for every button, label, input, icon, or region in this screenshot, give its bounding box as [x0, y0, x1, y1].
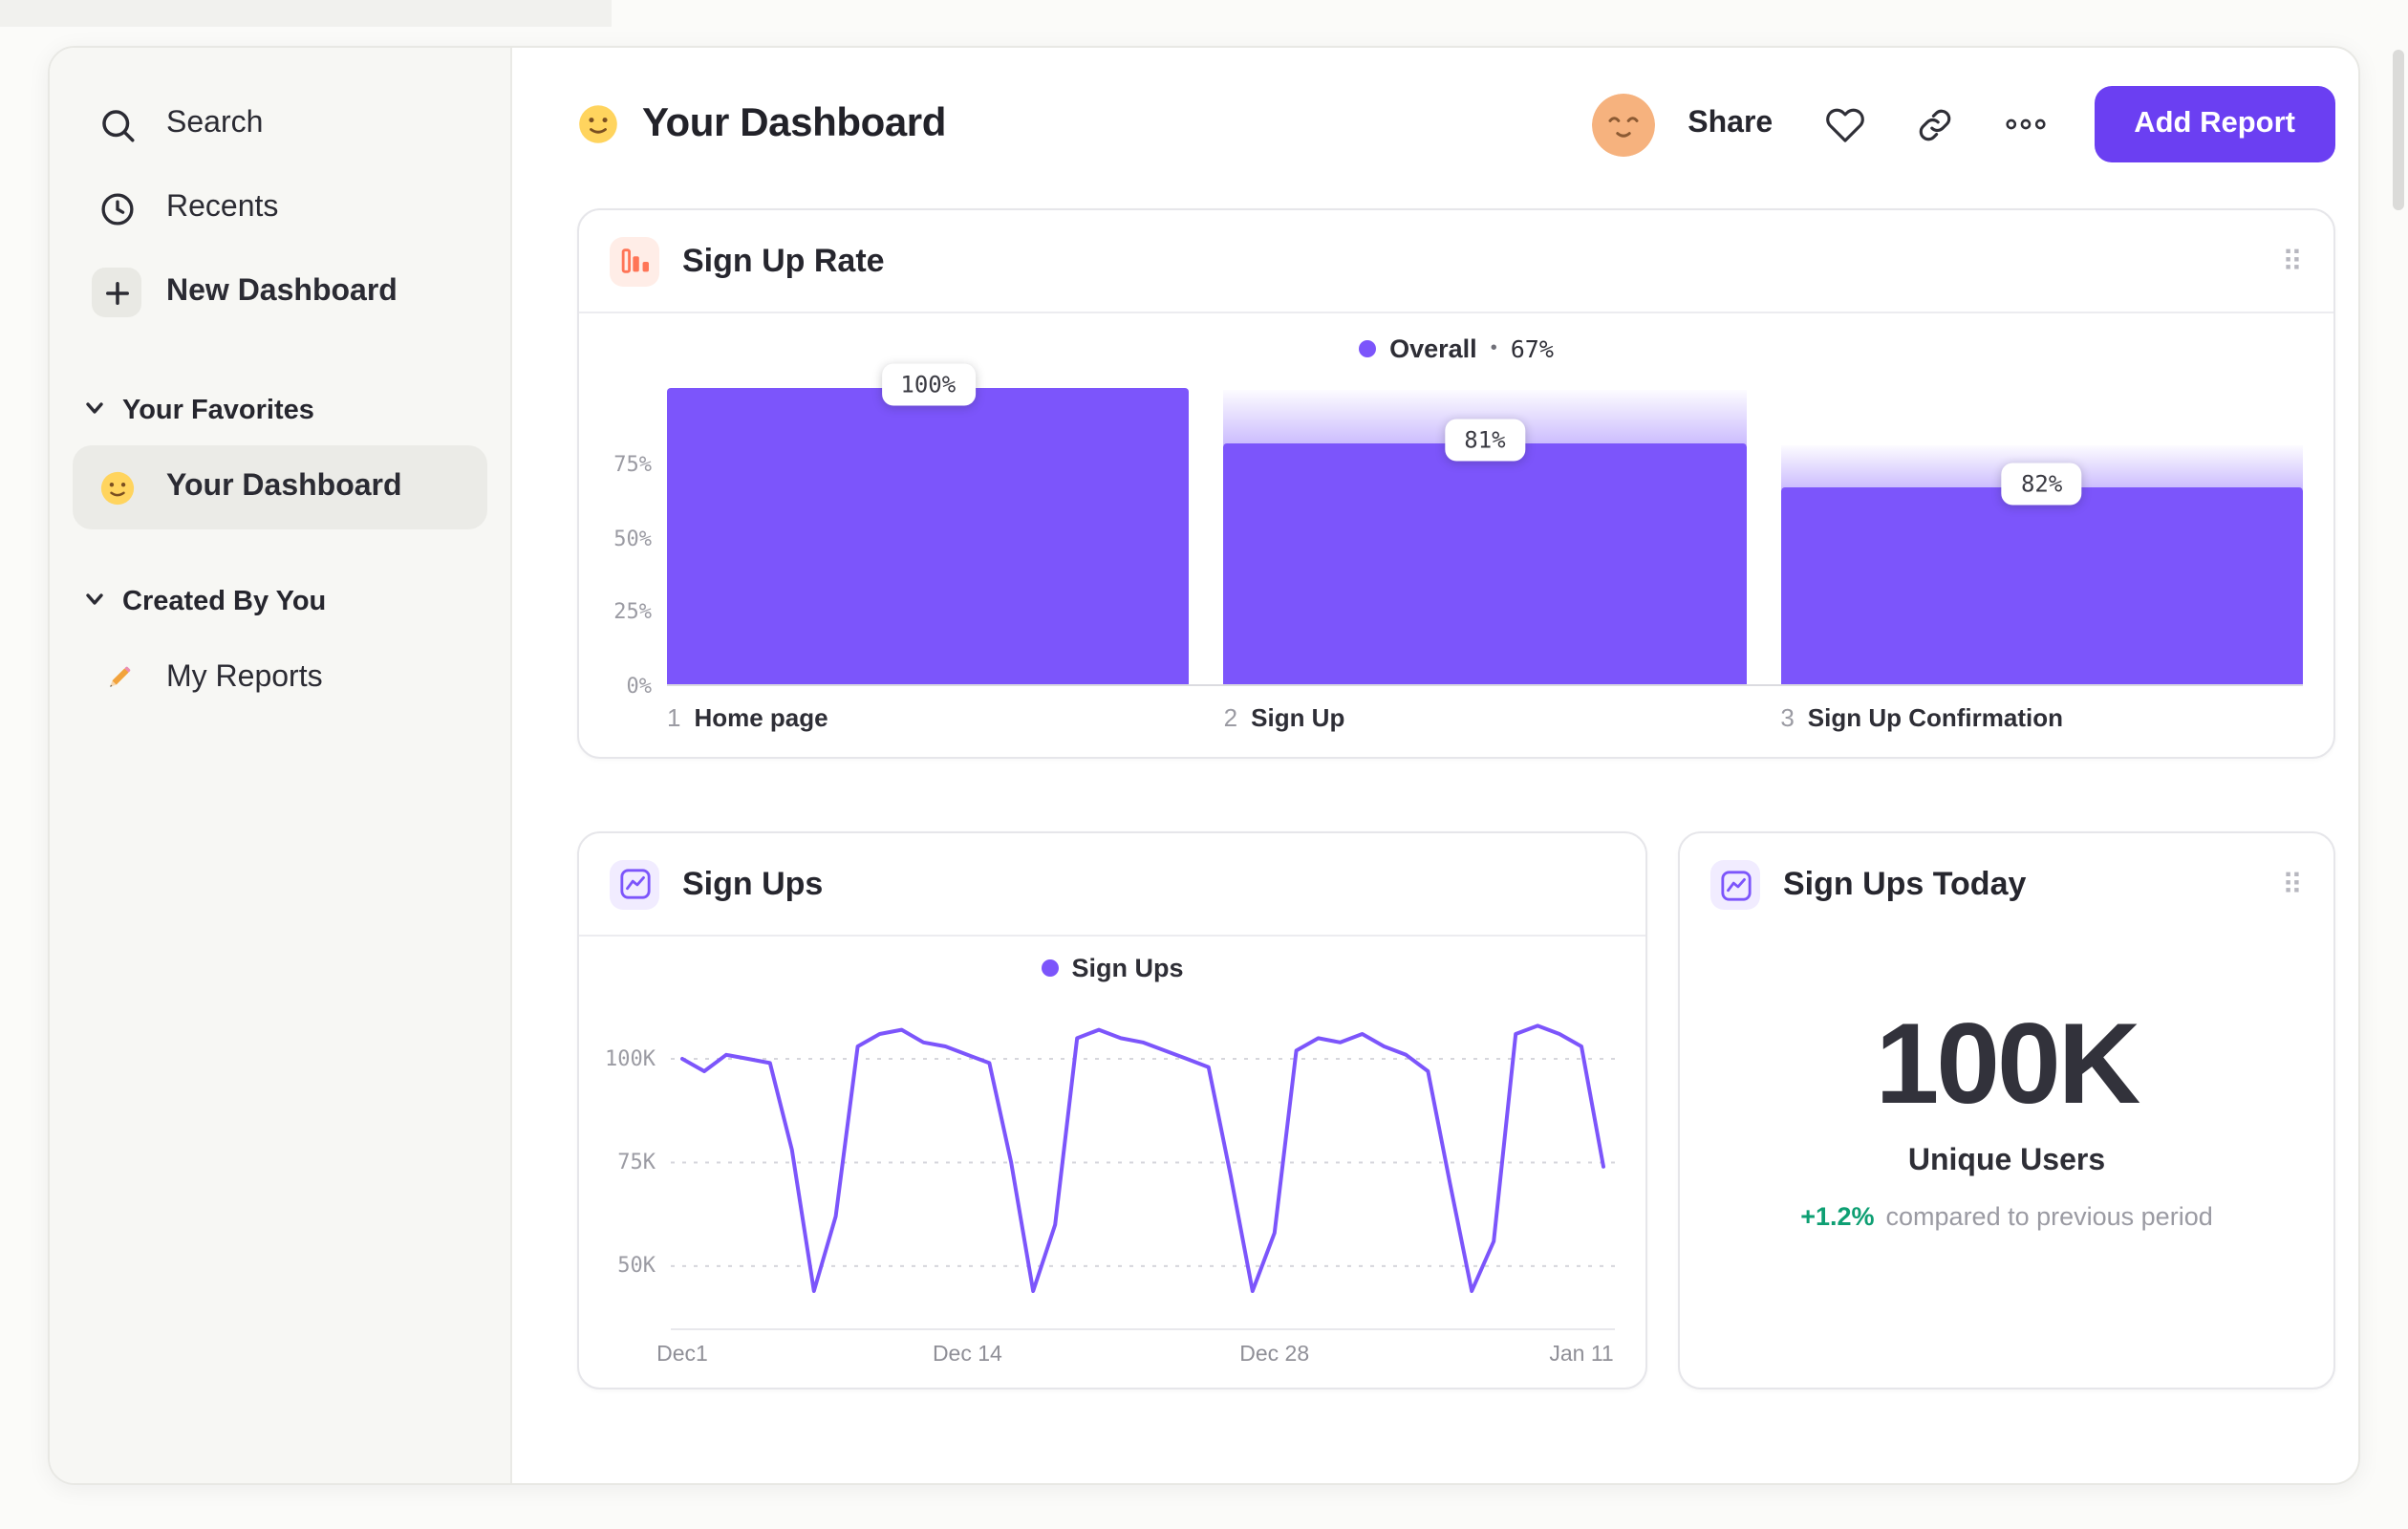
search-icon	[92, 99, 141, 149]
y-axis-tick: 75%	[613, 451, 652, 477]
smiley-icon	[577, 103, 619, 145]
report-card-sign-ups: Sign Ups Sign Ups 100K 75K 50K Dec1 Dec 14 D…	[577, 831, 1647, 1389]
funnel-bar-fill	[667, 388, 1190, 684]
x-axis-tick: Jan 11	[1549, 1344, 1614, 1367]
chevron-down-icon	[84, 396, 105, 426]
card-title: Sign Ups Today	[1783, 866, 2027, 902]
y-axis-tick: 50K	[617, 1253, 656, 1279]
section-header-label: Created By You	[122, 587, 327, 617]
funnel-y-axis: 75% 50% 25% 0%	[602, 390, 667, 700]
favorite-heart-button[interactable]	[1824, 104, 1864, 144]
legend-separator: •	[1490, 337, 1497, 358]
sign-ups-series-line	[680, 1023, 1605, 1293]
page-title: Your Dashboard	[642, 101, 946, 145]
drag-handle-icon[interactable]: ⠿	[2282, 868, 2303, 902]
scrollbar-thumb[interactable]	[2393, 50, 2404, 210]
funnel-step-label: 3 Sign Up Confirmation	[1780, 703, 2063, 732]
sidebar-item-new-dashboard[interactable]: New Dashboard	[73, 250, 487, 334]
line-y-axis: 100K 75K 50K	[602, 1009, 671, 1330]
funnel-legend[interactable]: Overall • 67%	[579, 313, 2333, 382]
chevron-down-icon	[84, 587, 105, 617]
sidebar-item-label: Search	[166, 107, 264, 140]
funnel-bar-3[interactable]: 82%	[1780, 390, 2303, 684]
legend-label: Sign Ups	[1071, 953, 1184, 981]
delta-value: +1.2%	[1800, 1202, 1875, 1231]
sidebar-item-label: New Dashboard	[166, 275, 398, 308]
conversion-chip: 100%	[881, 363, 976, 406]
section-header-label: Your Favorites	[122, 396, 314, 426]
link-icon	[1918, 108, 1950, 140]
card-title: Sign Up Rate	[682, 242, 885, 278]
sidebar-item-my-reports[interactable]: My Reports	[73, 636, 487, 721]
line-chart-icon	[610, 859, 659, 909]
metric-value: 100K	[1875, 1000, 2141, 1128]
funnel-step-label: 1 Home page	[667, 703, 828, 732]
funnel-x-axis-labels: 1 Home page 2 Sign Up 3 Sign Up Confirmation	[667, 686, 2303, 732]
plus-icon	[92, 268, 141, 317]
funnel-bar-1[interactable]: 100%	[667, 363, 1190, 684]
drag-handle-icon[interactable]: ⠿	[2282, 244, 2303, 278]
dashboard-header: Your Dashboard Share Add Report	[577, 82, 2335, 166]
sidebar-item-recents[interactable]: Recents	[73, 166, 487, 250]
window-edge-artifact	[0, 0, 612, 27]
card-header: Sign Ups Today ⠿	[1680, 833, 2333, 937]
funnel-step-label: 2 Sign Up	[1223, 703, 1345, 732]
card-title: Sign Ups	[682, 865, 824, 901]
x-axis-tick: Dec1	[656, 1344, 708, 1367]
funnel-chart: 75% 50% 25% 0% 100% 81% 82% 1 Home page 2 Sign U…	[579, 363, 2333, 732]
copy-link-button[interactable]	[1916, 106, 1952, 142]
more-options-button[interactable]	[2004, 115, 2046, 134]
metric-label: Unique Users	[1907, 1145, 2106, 1177]
y-axis-tick: 0%	[626, 674, 653, 699]
conversion-chip: 81%	[1445, 420, 1525, 463]
add-report-button[interactable]: Add Report	[2094, 86, 2335, 162]
line-chart: 100K 75K 50K	[579, 998, 1645, 1330]
report-card-sign-ups-today: Sign Ups Today ⠿ 100K Unique Users +1.2%…	[1678, 831, 2335, 1389]
y-axis-tick: 25%	[613, 599, 652, 625]
legend-color-dot	[1041, 958, 1059, 976]
card-header: Sign Up Rate ⠿	[579, 210, 2333, 313]
line-plot-area[interactable]	[671, 1009, 1615, 1330]
y-axis-tick: 75K	[617, 1150, 656, 1175]
report-card-sign-up-rate: Sign Up Rate ⠿ Overall • 67% 75% 50% 25% 0%…	[577, 208, 2335, 759]
funnel-bar-2[interactable]: 81%	[1223, 390, 1747, 684]
conversion-chip: 82%	[2001, 463, 2082, 506]
sidebar-item-search[interactable]: Search	[73, 82, 487, 166]
sidebar-item-label: My Reports	[166, 661, 323, 694]
funnel-bars-area: 100% 81% 82%	[667, 363, 2303, 686]
smiley-icon	[92, 463, 141, 512]
metric-delta: +1.2% compared to previous period	[1680, 1202, 2333, 1231]
card-header: Sign Ups	[579, 833, 1645, 937]
x-axis-tick: Dec 28	[1239, 1344, 1310, 1367]
sidebar-item-label: Recents	[166, 191, 279, 224]
legend-value: 67%	[1510, 334, 1554, 362]
sidebar: Search Recents New Dashboard Your Favori…	[50, 48, 512, 1483]
funnel-chart-icon	[610, 236, 659, 286]
sidebar-item-label: Your Dashboard	[166, 470, 402, 503]
ellipsis-icon	[2005, 118, 2045, 130]
legend-label: Overall	[1389, 334, 1477, 362]
funnel-bar-fill	[1780, 487, 2303, 684]
clock-icon	[92, 183, 141, 233]
user-avatar[interactable]	[1592, 93, 1656, 156]
legend-color-dot	[1359, 339, 1377, 356]
y-axis-tick: 50%	[613, 526, 652, 550]
line-chart-icon	[1710, 860, 1760, 910]
share-button[interactable]: Share	[1688, 107, 1773, 141]
line-legend[interactable]: Sign Ups	[579, 937, 1645, 998]
main-content: Your Dashboard Share Add Report Sign Up …	[512, 48, 2358, 1483]
favorites-section-header[interactable]: Your Favorites	[73, 384, 487, 438]
page: Search Recents New Dashboard Your Favori…	[0, 0, 2408, 1529]
delta-note: compared to previous period	[1885, 1202, 2213, 1231]
pencil-icon	[92, 654, 141, 703]
sidebar-item-your-dashboard[interactable]: Your Dashboard	[73, 445, 487, 529]
heart-icon	[1825, 107, 1864, 141]
app-window: Search Recents New Dashboard Your Favori…	[48, 46, 2360, 1485]
line-x-axis: Dec1 Dec 14 Dec 28 Jan 11	[656, 1330, 1615, 1380]
funnel-bar-fill	[1223, 443, 1747, 684]
y-axis-tick: 100K	[605, 1046, 656, 1072]
created-by-you-section-header[interactable]: Created By You	[73, 575, 487, 629]
x-axis-tick: Dec 14	[932, 1344, 1002, 1367]
